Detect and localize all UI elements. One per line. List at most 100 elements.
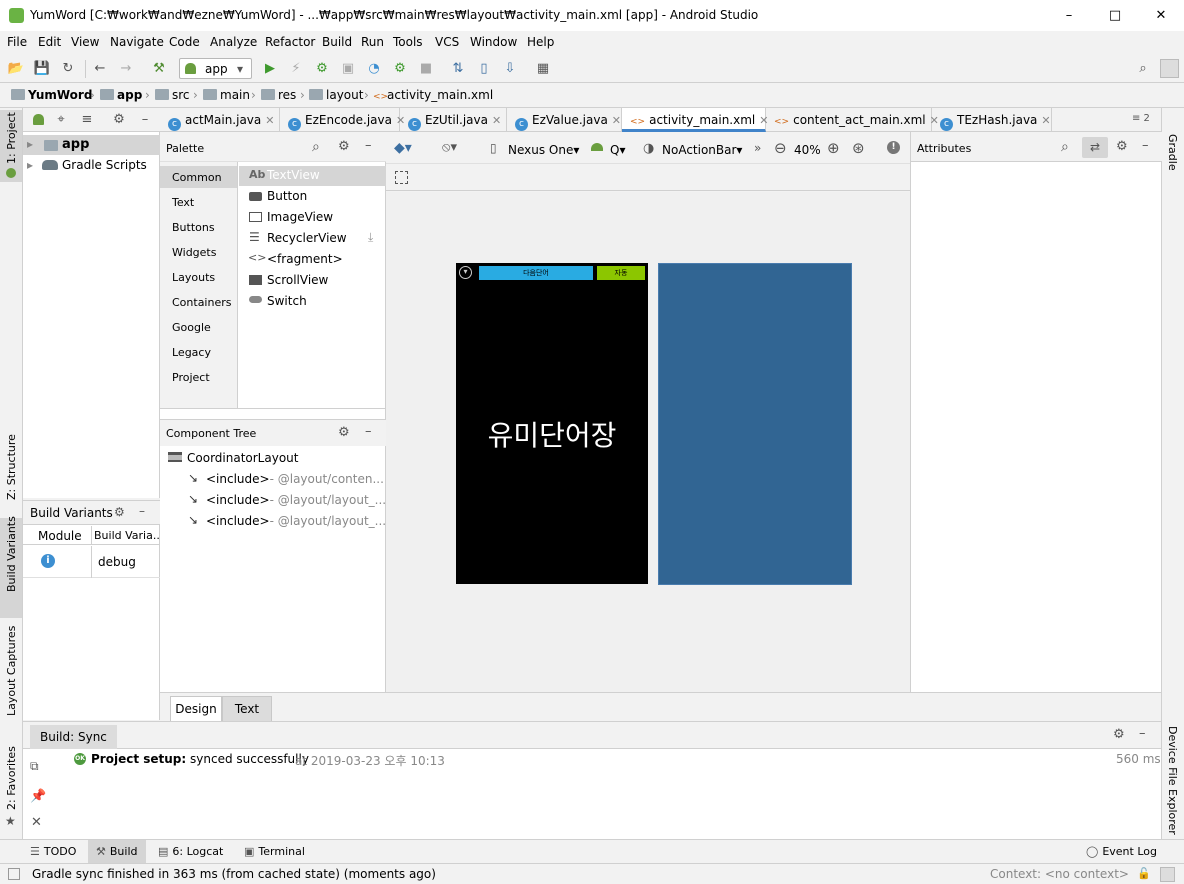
palette-item-scrollview[interactable]: ScrollView xyxy=(267,273,328,287)
gear-icon[interactable]: ⚙ xyxy=(338,139,350,154)
tab-favorites[interactable]: 2: Favorites xyxy=(5,746,18,810)
tab-ezencode-java[interactable]: c EzEncode.java ✕ xyxy=(280,108,405,132)
profile-icon[interactable]: ◔ xyxy=(365,60,383,78)
menu-window[interactable]: Window xyxy=(470,35,517,49)
api-select[interactable]: Q▾ xyxy=(610,143,625,157)
breadcrumb-res[interactable]: res xyxy=(261,88,296,102)
palette-category-legacy[interactable]: Legacy xyxy=(172,346,211,359)
download-icon[interactable]: ⤓ xyxy=(368,230,373,245)
tab-build-sync[interactable]: Build: Sync xyxy=(30,725,117,749)
gear-icon[interactable]: ⚙ xyxy=(114,505,125,519)
build-variant-value[interactable]: debug xyxy=(98,555,136,569)
pin-icon[interactable]: 📌 xyxy=(30,789,46,804)
menu-build[interactable]: Build xyxy=(322,35,352,49)
phone-preview[interactable]: ▾ 다음단어 자동 유미단어장 xyxy=(456,263,648,584)
tree-item-include[interactable]: <include>- @layout/layout_... xyxy=(206,514,386,528)
sync-icon[interactable]: ↻ xyxy=(59,60,77,78)
chevron-down-icon[interactable]: ▾ xyxy=(459,266,472,279)
palette-category-buttons[interactable]: Buttons xyxy=(172,221,215,234)
zoom-out-icon[interactable]: ⊖ xyxy=(774,139,787,157)
palette-category-project[interactable]: Project xyxy=(172,371,210,384)
gear-icon[interactable]: ⚙ xyxy=(110,111,128,129)
palette-category-google[interactable]: Google xyxy=(172,321,211,334)
tab-project[interactable]: 1: Project xyxy=(5,112,18,164)
more-icon[interactable]: » xyxy=(754,141,761,155)
android-icon[interactable] xyxy=(33,114,44,125)
blueprint-preview[interactable] xyxy=(658,263,852,585)
menu-help[interactable]: Help xyxy=(527,35,554,49)
minimize-pane-icon[interactable]: – xyxy=(365,424,372,439)
palette-item-switch[interactable]: Switch xyxy=(267,294,307,308)
lock-icon[interactable]: 🔓 xyxy=(1137,867,1151,880)
debug-icon[interactable]: ⚙ xyxy=(313,60,331,78)
zoom-in-icon[interactable]: ⊕ xyxy=(827,139,840,157)
tab-ezvalue-java[interactable]: c EzValue.java ✕ xyxy=(507,108,622,132)
device-select[interactable]: Nexus One▾ xyxy=(508,143,579,157)
tab-todo[interactable]: ☰ TODO xyxy=(22,840,84,864)
minimize-pane-icon[interactable]: – xyxy=(365,138,372,153)
maximize-button[interactable]: □ xyxy=(1092,0,1138,31)
back-icon[interactable]: ← xyxy=(91,60,109,78)
orientation-icon[interactable]: ⦸▾ xyxy=(442,140,457,155)
palette-item-fragment[interactable]: <fragment> xyxy=(267,252,343,266)
minimize-button[interactable]: – xyxy=(1046,0,1092,31)
run-icon[interactable]: ▶ xyxy=(261,60,279,78)
run-config-select[interactable]: app ▾ xyxy=(179,58,252,79)
layers-icon[interactable]: ◆▾ xyxy=(394,140,412,156)
palette-category-layouts[interactable]: Layouts xyxy=(172,271,215,284)
apply-changes-icon[interactable]: ⚡ xyxy=(287,60,305,78)
menu-run[interactable]: Run xyxy=(361,35,384,49)
expand-arrow-icon[interactable]: ▸ xyxy=(27,158,33,172)
tab-activity-main-xml[interactable]: <> activity_main.xml ✕ xyxy=(622,108,768,132)
breadcrumb-app[interactable]: app xyxy=(100,88,142,102)
table-row[interactable]: i debug xyxy=(23,546,160,578)
palette-item-button[interactable]: Button xyxy=(267,189,307,203)
menu-view[interactable]: View xyxy=(71,35,99,49)
minimize-pane-icon[interactable]: – xyxy=(1142,138,1149,153)
tab-layout-captures[interactable]: Layout Captures xyxy=(5,626,18,716)
palette-category-widgets[interactable]: Widgets xyxy=(172,246,216,259)
collapse-icon[interactable]: ≡ xyxy=(78,111,96,129)
gear-icon[interactable]: ⚙ xyxy=(338,425,350,440)
tree-item-coordinatorlayout[interactable]: CoordinatorLayout xyxy=(187,451,298,465)
breadcrumb-file[interactable]: <>activity_main.xml xyxy=(373,88,493,105)
tab-build-variants[interactable]: Build Variants xyxy=(5,516,18,592)
gear-icon[interactable]: ⚙ xyxy=(1116,139,1128,154)
menu-tools[interactable]: Tools xyxy=(393,35,423,49)
search-icon[interactable]: ⌕ xyxy=(1134,60,1152,78)
tab-terminal[interactable]: ▣ Terminal xyxy=(236,840,313,864)
avd-manager-icon[interactable]: ▯ xyxy=(475,60,493,78)
menu-refactor[interactable]: Refactor xyxy=(265,35,315,49)
breadcrumb-project[interactable]: YumWord xyxy=(11,88,92,102)
tree-item-include[interactable]: <include>- @layout/conten... xyxy=(206,472,384,486)
hector-icon[interactable] xyxy=(1160,867,1175,882)
palette-category-containers[interactable]: Containers xyxy=(172,296,232,309)
zoom-fit-icon[interactable]: ⊛ xyxy=(852,139,865,157)
tab-build[interactable]: ⚒ Build xyxy=(88,840,146,864)
warning-icon[interactable]: ! xyxy=(887,141,900,154)
swap-icon[interactable]: ⇄ xyxy=(1082,137,1108,158)
locate-icon[interactable]: ⌖ xyxy=(52,111,70,129)
attach-debugger-icon[interactable]: ▣ xyxy=(339,60,357,78)
tab-design[interactable]: Design xyxy=(170,696,222,722)
tab-device-file-explorer[interactable]: Device File Explorer xyxy=(1166,726,1179,835)
forward-icon[interactable]: → xyxy=(117,60,135,78)
splitter[interactable] xyxy=(160,408,386,409)
more-tabs-button[interactable]: ≡ 2 xyxy=(1132,113,1150,124)
hammer-icon[interactable]: ⚒ xyxy=(150,60,168,78)
sdk-manager-icon[interactable]: ⇩ xyxy=(501,60,519,78)
minimize-pane-icon[interactable]: – xyxy=(136,111,154,129)
palette-item-recyclerview[interactable]: RecyclerView xyxy=(267,231,347,245)
breadcrumb-main[interactable]: main xyxy=(203,88,250,102)
tab-structure[interactable]: Z: Structure xyxy=(5,434,18,500)
avatar[interactable] xyxy=(1160,59,1179,78)
breadcrumb-src[interactable]: src xyxy=(155,88,190,102)
project-structure-icon[interactable]: ▦ xyxy=(534,60,552,78)
tool-windows-toggle-icon[interactable] xyxy=(8,868,20,880)
status-message[interactable]: Gradle sync finished in 363 ms (from cac… xyxy=(32,867,436,881)
menu-navigate[interactable]: Navigate xyxy=(110,35,164,49)
tab-text[interactable]: Text xyxy=(222,696,272,722)
open-folder-icon[interactable]: 📂 xyxy=(7,60,25,78)
tab-gradle[interactable]: Gradle xyxy=(1166,134,1179,171)
tree-item-include[interactable]: <include>- @layout/layout_... xyxy=(206,493,386,507)
